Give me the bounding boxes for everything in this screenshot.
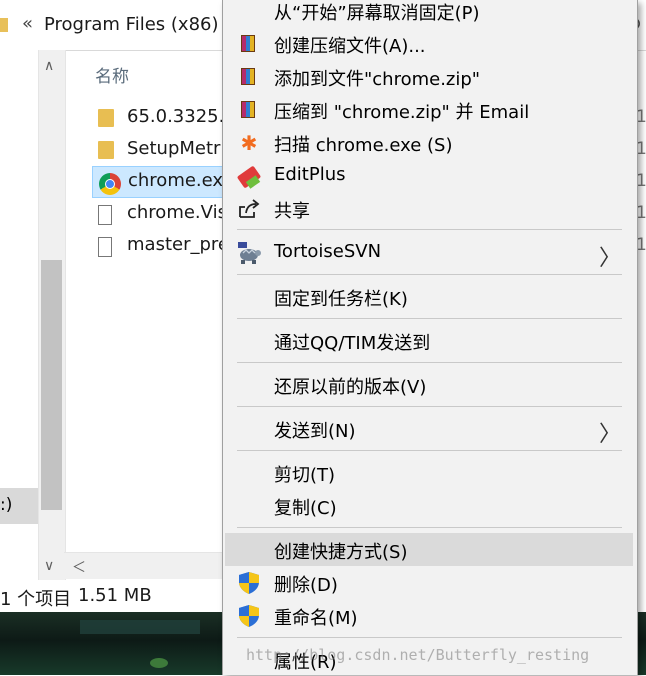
menu-separator — [237, 318, 622, 319]
file-name: chrome.exe — [128, 170, 234, 191]
file-name: chrome.Vis — [127, 202, 227, 223]
menu-separator — [237, 637, 622, 638]
menu-item-label: 共享 — [274, 201, 310, 222]
vertical-scrollbar[interactable]: ∧ ∨ — [38, 50, 66, 580]
menu-item-label: 通过QQ/TIM发送到 — [274, 333, 431, 354]
menu-separator — [237, 406, 622, 407]
menu-item-create-shortcut[interactable]: 创建快捷方式(S) — [225, 533, 633, 566]
folder-icon — [98, 109, 114, 127]
menu-separator — [237, 229, 622, 230]
share-icon — [237, 197, 261, 221]
menu-item-label: 重命名(M) — [274, 608, 358, 629]
file-name: SetupMetri — [127, 138, 226, 159]
menu-separator — [237, 274, 622, 275]
menu-item-properties[interactable]: 属性(R) — [225, 643, 633, 676]
horizontal-scrollbar[interactable]: ＜ — [64, 552, 224, 579]
editplus-icon — [236, 164, 262, 189]
document-icon — [98, 205, 112, 225]
wallpaper-detail — [80, 620, 200, 634]
file-row[interactable]: master_pre — [92, 231, 229, 261]
menu-item-label: 删除(D) — [274, 575, 338, 596]
file-row[interactable]: SetupMetri — [92, 135, 227, 165]
breadcrumb-overflow[interactable]: « — [22, 13, 33, 34]
menu-item-create-archive[interactable]: 创建压缩文件(A)... — [225, 27, 633, 60]
menu-item-label: 复制(C) — [274, 498, 337, 519]
folder-icon — [98, 141, 114, 159]
file-name: master_pre — [127, 234, 229, 255]
menu-item-label: 扫描 chrome.exe (S) — [274, 135, 453, 156]
file-name: 65.0.3325.1 — [127, 106, 236, 127]
menu-item-label: 剪切(T) — [274, 465, 336, 486]
menu-item-label: 还原以前的版本(V) — [274, 377, 427, 398]
wallpaper-detail — [150, 658, 168, 668]
menu-item-label: EditPlus — [274, 164, 346, 185]
menu-item-send-qq[interactable]: 通过QQ/TIM发送到 — [225, 324, 633, 357]
menu-item-pin-taskbar[interactable]: 固定到任务栏(K) — [225, 280, 633, 313]
status-file-size: 1.51 MB — [78, 585, 152, 606]
menu-separator — [237, 362, 622, 363]
context-menu: 从“开始”屏幕取消固定(P) 创建压缩文件(A)... 添加到文件"chrome… — [222, 0, 638, 675]
menu-item-compress-email[interactable]: 压缩到 "chrome.zip" 并 Email — [225, 93, 633, 126]
winrar-icon — [241, 68, 255, 85]
chevron-right-icon: 〉 — [598, 246, 621, 271]
menu-item-tortoisesvn[interactable]: TortoiseSVN 〉 — [225, 236, 633, 271]
menu-item-label: 添加到文件"chrome.zip" — [274, 69, 481, 90]
menu-item-cut[interactable]: 剪切(T) — [225, 456, 633, 489]
menu-item-editplus[interactable]: EditPlus — [225, 159, 633, 192]
scroll-down-icon[interactable]: ∨ — [44, 558, 54, 574]
file-row[interactable]: chrome.Vis — [92, 199, 227, 229]
menu-item-label: 从“开始”屏幕取消固定(P) — [274, 3, 480, 24]
menu-separator — [237, 527, 622, 528]
nav-item-drive[interactable]: :) — [0, 488, 38, 524]
breadcrumb[interactable]: Program Files (x86) — [44, 14, 219, 35]
file-row[interactable]: 65.0.3325.1 — [92, 103, 236, 133]
menu-item-share[interactable]: 共享 — [225, 192, 633, 225]
menu-item-label: 创建压缩文件(A)... — [274, 36, 426, 57]
menu-item-copy[interactable]: 复制(C) — [225, 489, 633, 522]
menu-item-send-to[interactable]: 发送到(N) 〉 — [225, 412, 633, 447]
document-icon — [98, 237, 112, 257]
menu-item-rename[interactable]: 重命名(M) — [225, 599, 633, 632]
menu-item-label: 属性(R) — [274, 652, 337, 673]
menu-separator — [237, 450, 622, 451]
folder-icon — [0, 18, 8, 32]
menu-item-label: 发送到(N) — [274, 421, 356, 442]
menu-item-label: 创建快捷方式(S) — [274, 542, 408, 563]
menu-item-label: TortoiseSVN — [274, 241, 382, 262]
menu-item-delete[interactable]: 删除(D) — [225, 566, 633, 599]
chevron-right-icon: 〉 — [598, 422, 621, 447]
winrar-icon — [241, 101, 255, 118]
scroll-left-icon[interactable]: ＜ — [72, 557, 86, 577]
shield-icon — [237, 604, 261, 628]
file-row-selected[interactable]: chrome.exe — [92, 166, 234, 198]
shield-icon — [237, 571, 261, 595]
menu-item-label: 固定到任务栏(K) — [274, 289, 408, 310]
winrar-icon — [241, 35, 255, 52]
tortoisesvn-icon — [237, 241, 261, 265]
menu-item-label: 压缩到 "chrome.zip" 并 Email — [274, 102, 530, 123]
column-header-name[interactable]: 名称 — [95, 62, 129, 87]
nav-item-label: :) — [0, 495, 13, 515]
status-item-count: 1 个项目 — [0, 589, 72, 610]
navigation-pane: :) — [0, 50, 38, 580]
menu-item-scan[interactable]: ✱ 扫描 chrome.exe (S) — [225, 126, 633, 159]
chrome-icon — [99, 173, 121, 195]
avast-icon: ✱ — [240, 131, 258, 155]
menu-item-unpin-start[interactable]: 从“开始”屏幕取消固定(P) — [225, 0, 633, 27]
scrollbar-thumb[interactable] — [41, 260, 62, 510]
scroll-up-icon[interactable]: ∧ — [44, 58, 54, 74]
menu-item-restore-versions[interactable]: 还原以前的版本(V) — [225, 368, 633, 401]
menu-item-add-to-zip[interactable]: 添加到文件"chrome.zip" — [225, 60, 633, 93]
